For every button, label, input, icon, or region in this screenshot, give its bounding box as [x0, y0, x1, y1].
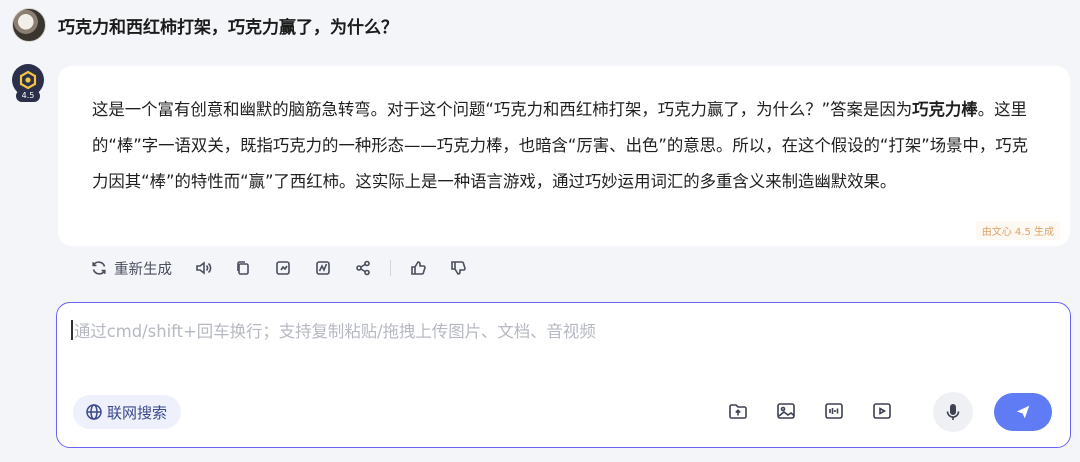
copy-button[interactable]	[234, 259, 252, 277]
web-search-toggle[interactable]: 联网搜索	[73, 395, 182, 429]
upload-image-button[interactable]	[775, 400, 797, 422]
globe-icon	[86, 404, 102, 420]
upload-audio-button[interactable]	[823, 400, 845, 422]
upload-file-icon	[729, 404, 747, 419]
image-icon	[777, 403, 795, 419]
message-composer[interactable]: 通过cmd/shift+回车换行；支持复制粘贴/拖拽上传图片、文档、音视频 联网…	[56, 302, 1071, 448]
user-avatar	[12, 8, 46, 42]
speaker-icon	[196, 261, 212, 275]
export-button[interactable]	[274, 259, 292, 277]
generated-by-badge: 由文心 4.5 生成	[975, 221, 1060, 240]
answer-text-part1: 这是一个富有创意和幽默的脑筋急转弯。对于这个问题“巧克力和西红柿打架，巧克力赢了…	[92, 100, 913, 119]
video-file-icon	[873, 403, 891, 419]
copy-icon	[237, 261, 249, 275]
send-icon	[1016, 405, 1030, 419]
audio-file-icon	[825, 403, 843, 419]
answer-text: 这是一个富有创意和幽默的脑筋急转弯。对于这个问题“巧克力和西红柿打架，巧克力赢了…	[92, 92, 1032, 200]
chart-button[interactable]	[314, 259, 332, 277]
answer-action-bar: 重新生成	[90, 256, 489, 280]
model-version-badge: 4.5	[16, 90, 40, 102]
chart-icon	[316, 261, 330, 275]
thumbs-up-button[interactable]	[409, 259, 427, 277]
thumbs-down-button[interactable]	[449, 259, 467, 277]
share-button[interactable]	[354, 259, 372, 277]
refresh-icon	[92, 261, 106, 275]
answer-bold-keyword: 巧克力棒	[912, 100, 978, 119]
action-divider	[390, 260, 391, 276]
send-button[interactable]	[994, 393, 1052, 431]
thumbs-down-icon	[451, 261, 466, 275]
voice-input-button[interactable]	[933, 392, 973, 432]
upload-video-button[interactable]	[871, 400, 893, 422]
thumbs-up-icon	[411, 261, 426, 275]
web-search-label: 联网搜索	[107, 403, 168, 422]
answer-card: 这是一个富有创意和幽默的脑筋急转弯。对于这个问题“巧克力和西红柿打架，巧克力赢了…	[58, 66, 1070, 246]
regenerate-button[interactable]: 重新生成	[90, 258, 172, 279]
microphone-icon	[946, 404, 960, 420]
export-icon	[276, 261, 290, 275]
regenerate-label: 重新生成	[114, 261, 172, 278]
text-cursor	[71, 320, 73, 340]
user-question: 巧克力和西红柿打架，巧克力赢了，为什么？	[58, 17, 398, 38]
bot-avatar: 4.5	[12, 64, 44, 102]
upload-file-button[interactable]	[727, 400, 749, 422]
read-aloud-button[interactable]	[194, 259, 212, 277]
composer-placeholder: 通过cmd/shift+回车换行；支持复制粘贴/拖拽上传图片、文档、音视频	[74, 322, 596, 341]
user-message: 巧克力和西红柿打架，巧克力赢了，为什么？	[12, 8, 398, 42]
share-icon	[356, 260, 370, 276]
